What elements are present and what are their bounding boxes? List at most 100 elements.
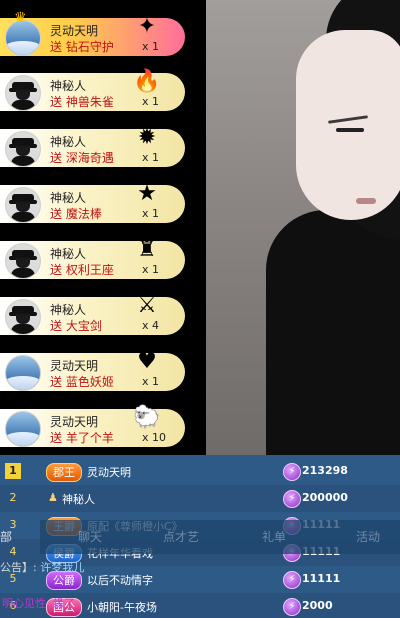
rank-score: 2000 (302, 599, 333, 612)
gift-icon: ⚔ (137, 292, 157, 318)
streamer-video (206, 0, 400, 455)
gift-quantity: x 1 (142, 207, 160, 220)
gift-item: 神秘人送 神兽朱雀 🔥 x 1 (0, 69, 185, 111)
lightning-coin-icon: ⚡ (283, 490, 301, 508)
gift-verb: 送 (50, 151, 63, 165)
gift-sender-name: 神秘人 (50, 303, 87, 317)
ranking-row[interactable]: 1 郡王 灵动天明 ⚡ 213298 (0, 458, 400, 485)
gift-item: 灵动天明送 羊了个羊 🐑 x 10 (0, 405, 185, 447)
gift-quantity: x 1 (142, 375, 160, 388)
gift-quantity: x 4 (142, 319, 160, 332)
gift-description: 送 大宝剑 (50, 317, 102, 334)
gift-verb: 送 (50, 431, 63, 445)
gift-name: 蓝色妖姬 (65, 375, 114, 389)
gift-item: 神秘人送 深海奇遇 ✹ x 1 (0, 125, 185, 167)
lightning-coin-icon: ⚡ (283, 463, 301, 481)
rank-user-name: 灵动天明 (87, 466, 131, 479)
gift-description: 送 权利王座 (50, 261, 114, 278)
gift-item: 神秘人送 大宝剑 ⚔ x 4 (0, 293, 185, 335)
gift-sender-name: 灵动天明 (50, 24, 99, 38)
gift-verb: 送 (50, 40, 63, 54)
portrait-sweater (266, 210, 400, 455)
announcement-prefix: 公告】: (0, 561, 37, 574)
gift-quantity: x 1 (142, 151, 160, 164)
crown-icon: ♛ (14, 10, 27, 26)
gift-name: 大宝剑 (65, 319, 102, 333)
gift-feed: ♛ 灵动天明送 钻石守护 ✦ x 1 神秘人送 神兽朱雀 🔥 x 1 神秘人送 深海奇遇 ✹ x … (0, 0, 206, 455)
gift-description: 送 魔法棒 (50, 205, 102, 222)
avatar-head (16, 90, 30, 100)
rank-user-name: 以后不动情字 (87, 574, 153, 587)
announcement: 公告】: 许梦我儿 (0, 559, 84, 575)
gift-icon: ♜ (137, 236, 157, 262)
gift-icon: 🐑 (133, 404, 161, 430)
avatar[interactable] (5, 187, 41, 223)
side-label: 部 (0, 530, 13, 544)
gift-name: 神兽朱雀 (65, 95, 114, 109)
avatar-head (16, 146, 30, 156)
gift-item: 神秘人送 权利王座 ♜ x 1 (0, 237, 185, 279)
gift-icon: ♥ (137, 348, 157, 374)
tab-activity[interactable]: 活动 (356, 528, 380, 545)
gift-icon: ✦ (137, 13, 157, 39)
gift-sender-name: 灵动天明 (50, 359, 99, 373)
avatar-head (16, 258, 30, 268)
rank-user-name: 神秘人 (62, 493, 95, 506)
gift-quantity: x 1 (142, 263, 160, 276)
gift-icon: ★ (137, 180, 157, 206)
chat-note: 明心见性, 缘了 (2, 597, 75, 610)
rank-number: 2 (9, 491, 17, 504)
tab-chat[interactable]: 聊天 (78, 528, 102, 545)
rank-title-badge: 郡王 (46, 463, 82, 482)
gift-sender-name: 神秘人 (50, 191, 87, 205)
avatar[interactable] (5, 75, 41, 111)
gift-verb: 送 (50, 207, 63, 221)
announcement-value: 许梦我儿 (40, 561, 85, 574)
gift-description: 送 蓝色妖姬 (50, 373, 114, 390)
gift-name: 深海奇遇 (65, 151, 114, 165)
gift-sender-name: 灵动天明 (50, 415, 99, 429)
gift-sender-name: 神秘人 (50, 135, 87, 149)
gift-sender-name: 神秘人 (50, 79, 87, 93)
gift-name: 钻石守护 (65, 40, 114, 54)
gift-description: 送 钻石守护 (50, 38, 114, 55)
avatar[interactable] (5, 299, 41, 335)
gift-item: 灵动天明送 蓝色妖姬 ♥ x 1 (0, 349, 185, 391)
rank-score: 213298 (302, 464, 348, 477)
gift-icon: 🔥 (133, 68, 161, 94)
gift-name: 羊了个羊 (65, 431, 114, 445)
rank-number: 1 (5, 463, 21, 479)
bottom-panel: 1郡王灵动天明⚡2132982♟神秘人⚡2000003王爵原配《尊师橙小C》⚡1… (0, 455, 400, 618)
gift-sender-name: 神秘人 (50, 247, 87, 261)
portrait-face (296, 30, 400, 220)
figure-icon: ♟ (48, 491, 58, 504)
gift-quantity: x 1 (142, 95, 160, 108)
rank-score: 11111 (302, 572, 341, 585)
gift-verb: 送 (50, 95, 63, 109)
avatar-head (16, 202, 30, 212)
gift-description: 送 深海奇遇 (50, 149, 114, 166)
avatar[interactable] (5, 131, 41, 167)
lightning-coin-icon: ⚡ (283, 598, 301, 616)
gift-icon: ✹ (137, 124, 157, 150)
gift-name: 魔法棒 (65, 207, 102, 221)
avatar-body (11, 212, 35, 222)
tab-bar: 聊天 点才艺 礼单 活动 (40, 520, 400, 554)
tab-talent[interactable]: 点才艺 (163, 528, 199, 545)
avatar[interactable] (5, 243, 41, 279)
gift-verb: 送 (50, 375, 63, 389)
avatar-body (11, 100, 35, 110)
avatar-body (11, 156, 35, 166)
gift-quantity: x 1 (142, 40, 160, 53)
gift-item: ♛ 灵动天明送 钻石守护 ✦ x 1 (0, 10, 185, 56)
live-room-screen: ♛ 灵动天明送 钻石守护 ✦ x 1 神秘人送 神兽朱雀 🔥 x 1 神秘人送 深海奇遇 ✹ x … (0, 0, 400, 618)
gift-description: 送 羊了个羊 (50, 429, 114, 446)
tab-gift-list[interactable]: 礼单 (262, 528, 286, 545)
gift-verb: 送 (50, 319, 63, 333)
gift-verb: 送 (50, 263, 63, 277)
avatar-body (11, 268, 35, 278)
avatar[interactable] (5, 355, 41, 391)
gift-item: 神秘人送 魔法棒 ★ x 1 (0, 181, 185, 223)
avatar[interactable] (5, 411, 41, 447)
ranking-row[interactable]: 2 ♟ 神秘人 ⚡ 200000 (0, 485, 400, 512)
